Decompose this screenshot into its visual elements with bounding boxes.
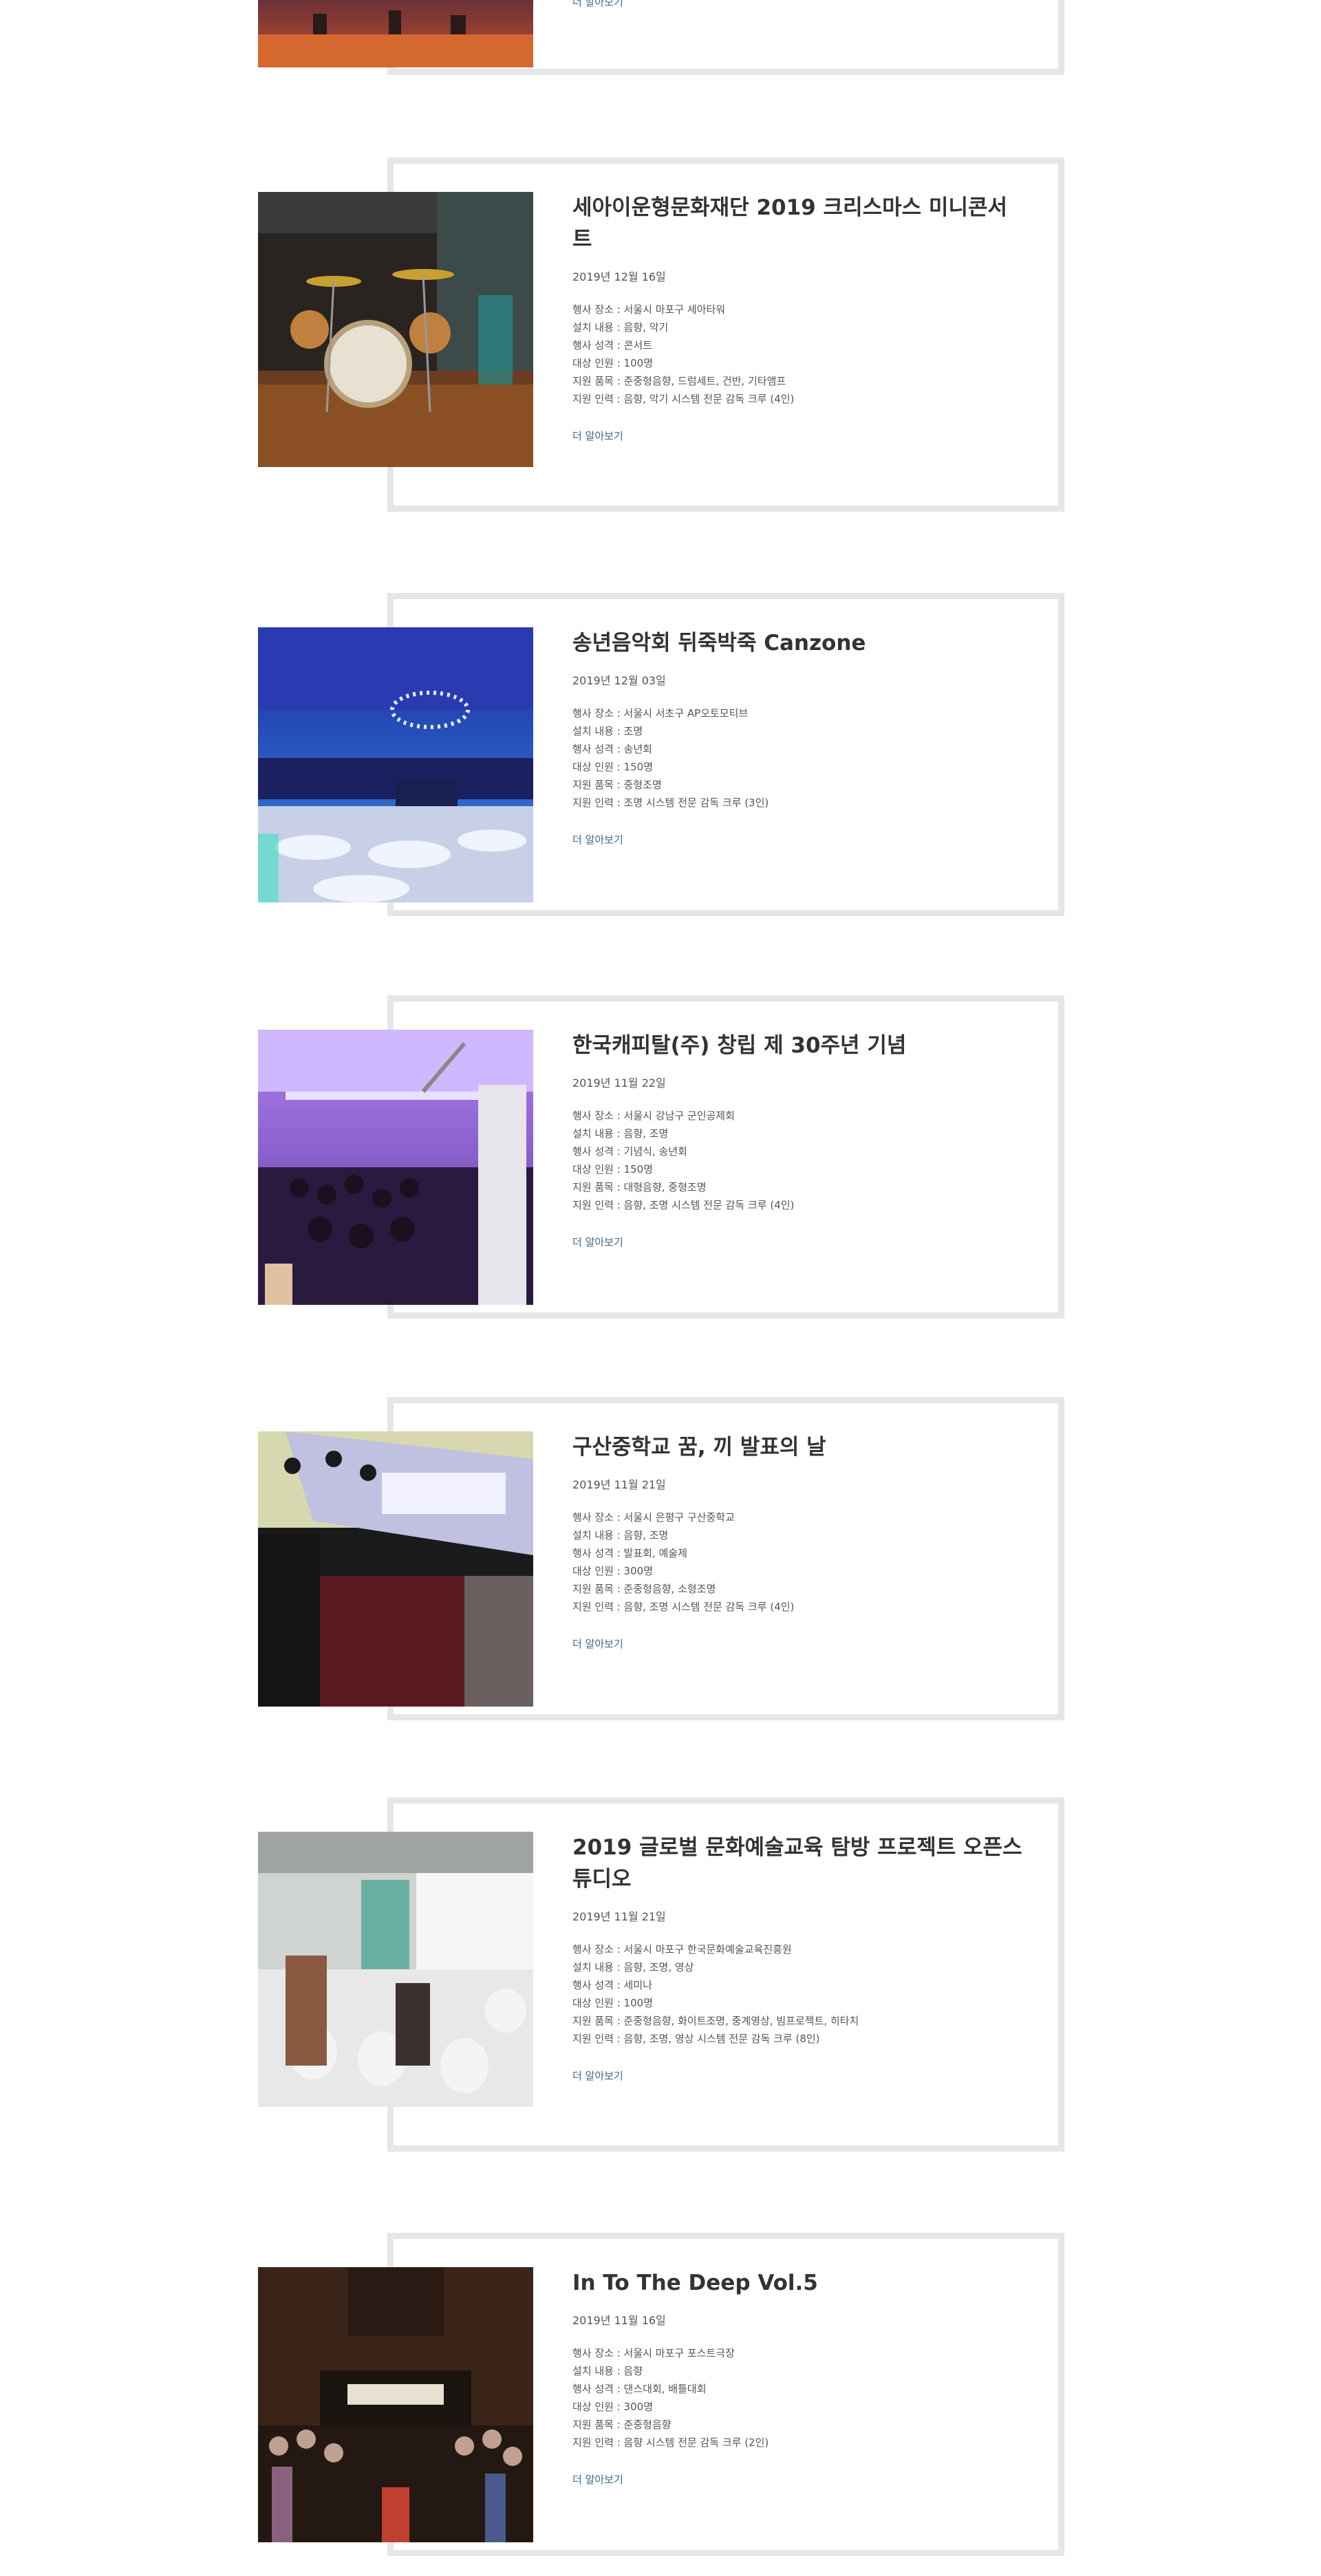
- post-thumbnail[interactable]: [258, 627, 533, 902]
- learn-more-link[interactable]: 더 알아보기: [572, 0, 623, 9]
- detail-line: 지원 인력 : 조명 시스템 전문 감독 크루 (3인): [572, 797, 769, 809]
- post-thumbnail[interactable]: [258, 192, 533, 467]
- detail-line: 행사 성격 : 세미나: [572, 1979, 652, 1991]
- post-date: 2019년 11월 16일: [572, 2314, 666, 2327]
- detail-line: 지원 품목 : 준중형음향, 드럼세트, 건반, 기타앰프: [572, 375, 786, 387]
- detail-line: 행사 성격 : 발표회, 예술제: [572, 1547, 687, 1559]
- post-content: 구산중학교 꿈, 끼 발표의 날 2019년 11월 21일행사 장소 : 서울시…: [572, 1431, 1027, 1651]
- detail-line: 설치 내용 : 음향: [572, 2365, 643, 2377]
- learn-more-link[interactable]: 더 알아보기: [572, 832, 623, 847]
- detail-line: 행사 성격 : 기념식, 송년회: [572, 1145, 687, 1158]
- detail-line: 대상 인원 : 100명: [572, 1997, 653, 2009]
- detail-line: 설치 내용 : 음향, 조명: [572, 1127, 669, 1140]
- post-content: 세아이운형문화재단 2019 크리스마스 미니콘서트 2019년 12월 16일행…: [572, 192, 1027, 443]
- post-date: 2019년 12월 03일: [572, 674, 666, 687]
- event-photo: [258, 1832, 533, 2107]
- post-date: 2019년 11월 21일: [572, 1478, 666, 1491]
- detail-line: 행사 장소 : 서울시 마포구 한국문화예술교육진흥원: [572, 1943, 792, 1956]
- post-date: 2019년 11월 21일: [572, 1910, 666, 1923]
- detail-line: 대상 인원 : 300명: [572, 2401, 653, 2413]
- post-title[interactable]: In To The Deep Vol.5: [572, 2267, 1027, 2299]
- post-content: 송년음악회 뒤죽박죽 Canzone 2019년 12월 03일행사 장소 : 서…: [572, 627, 1027, 847]
- post-details: 행사 장소 : 서울시 서초구 AP오토모티브설치 내용 : 조명행사 성격 :…: [572, 704, 1027, 812]
- detail-line: 대상 인원 : 150명: [572, 761, 653, 773]
- detail-line: 지원 품목 : 대형음향, 중형조명: [572, 1181, 707, 1193]
- learn-more-link[interactable]: 더 알아보기: [572, 1636, 623, 1651]
- learn-more-link[interactable]: 더 알아보기: [572, 1235, 623, 1249]
- detail-line: 대상 인원 : 150명: [572, 1163, 653, 1176]
- detail-line: 지원 품목 : 준중형음향, 화이트조명, 중계영상, 빔프로젝트, 히타치: [572, 2015, 859, 2027]
- post-thumbnail[interactable]: [258, 1832, 533, 2107]
- learn-more-link[interactable]: 더 알아보기: [572, 429, 623, 443]
- post-content: In To The Deep Vol.5 2019년 11월 16일행사 장소 :…: [572, 2267, 1027, 2487]
- event-photo: [258, 627, 533, 902]
- detail-line: 지원 인력 : 음향, 악기 시스템 전문 감독 크루 (4인): [572, 393, 795, 405]
- post-content: 2019 글로벌 문화예술교육 탐방 프로젝트 오픈스튜디오 2019년 11월 …: [572, 1832, 1027, 2083]
- detail-line: 지원 품목 : 중형조명: [572, 779, 662, 791]
- detail-line: 행사 성격 : 송년회: [572, 743, 652, 755]
- post-title[interactable]: 구산중학교 꿈, 끼 발표의 날: [572, 1431, 1027, 1463]
- event-photo: [258, 2267, 533, 2542]
- post-title[interactable]: 2019 글로벌 문화예술교육 탐방 프로젝트 오픈스튜디오: [572, 1832, 1027, 1895]
- detail-line: 행사 성격 : 콘서트: [572, 339, 652, 351]
- post-date: 2019년 12월 16일: [572, 270, 666, 283]
- post-details: 행사 장소 : 서울시 은평구 구산중학교설치 내용 : 음향, 조명행사 성격…: [572, 1508, 1027, 1616]
- detail-line: 지원 인력 : 음향, 조명 시스템 전문 감독 크루 (4인): [572, 1601, 795, 1613]
- stage-photo: [258, 0, 533, 67]
- event-photo: [258, 1030, 533, 1305]
- post-thumbnail[interactable]: [258, 0, 533, 67]
- post-thumbnail[interactable]: [258, 1431, 533, 1707]
- post-details: 행사 장소 : 서울시 강남구 군인공제회설치 내용 : 음향, 조명행사 성격…: [572, 1107, 1027, 1214]
- learn-more-link[interactable]: 더 알아보기: [572, 2472, 623, 2487]
- detail-line: 대상 인원 : 300명: [572, 1565, 653, 1577]
- post-thumbnail[interactable]: [258, 1030, 533, 1305]
- detail-line: 설치 내용 : 음향, 악기: [572, 321, 669, 334]
- detail-line: 행사 성격 : 댄스대회, 배틀대회: [572, 2383, 707, 2395]
- detail-line: 지원 품목 : 준중형음향: [572, 2418, 672, 2431]
- detail-line: 지원 품목 : 준중형음향, 소형조명: [572, 1583, 716, 1595]
- post-title[interactable]: 한국캐피탈(주) 창립 제 30주년 기념: [572, 1030, 1027, 1061]
- detail-line: 지원 인력 : 음향, 조명 시스템 전문 감독 크루 (4인): [572, 1199, 795, 1211]
- detail-line: 행사 장소 : 서울시 마포구 포스트극장: [572, 2347, 735, 2359]
- post-details: 행사 장소 : 서울시 마포구 한국문화예술교육진흥원설치 내용 : 음향, 조…: [572, 1940, 1027, 2048]
- post-date: 2019년 11월 22일: [572, 1076, 666, 1090]
- post-content: 한국캐피탈(주) 창립 제 30주년 기념 2019년 11월 22일행사 장소 …: [572, 1030, 1027, 1249]
- detail-line: 설치 내용 : 음향, 조명: [572, 1529, 669, 1541]
- post-thumbnail[interactable]: [258, 2267, 533, 2542]
- detail-line: 설치 내용 : 조명: [572, 725, 643, 737]
- learn-more-link[interactable]: 더 알아보기: [572, 2068, 623, 2083]
- post-title[interactable]: 세아이운형문화재단 2019 크리스마스 미니콘서트: [572, 192, 1027, 255]
- event-photo: [258, 192, 533, 467]
- detail-line: 행사 장소 : 서울시 은평구 구산중학교: [572, 1511, 735, 1524]
- detail-line: 대상 인원 : 100명: [572, 357, 653, 369]
- detail-line: 행사 장소 : 서울시 서초구 AP오토모티브: [572, 707, 749, 719]
- post-title[interactable]: 송년음악회 뒤죽박죽 Canzone: [572, 627, 1027, 659]
- detail-line: 지원 인력 : 음향 시스템 전문 감독 크루 (2인): [572, 2436, 769, 2449]
- event-photo: [258, 1431, 533, 1707]
- detail-line: 설치 내용 : 음향, 조명, 영상: [572, 1961, 694, 1973]
- post-details: 행사 장소 : 서울시 마포구 세아타워설치 내용 : 음향, 악기행사 성격 …: [572, 301, 1027, 408]
- post-details: 행사 장소 : 서울시 마포구 포스트극장설치 내용 : 음향행사 성격 : 댄…: [572, 2344, 1027, 2451]
- detail-line: 행사 장소 : 서울시 마포구 세아타워: [572, 303, 726, 316]
- detail-line: 지원 인력 : 음향, 조명, 영상 시스템 전문 감독 크루 (8인): [572, 2033, 820, 2045]
- detail-line: 행사 장소 : 서울시 강남구 군인공제회: [572, 1110, 735, 1122]
